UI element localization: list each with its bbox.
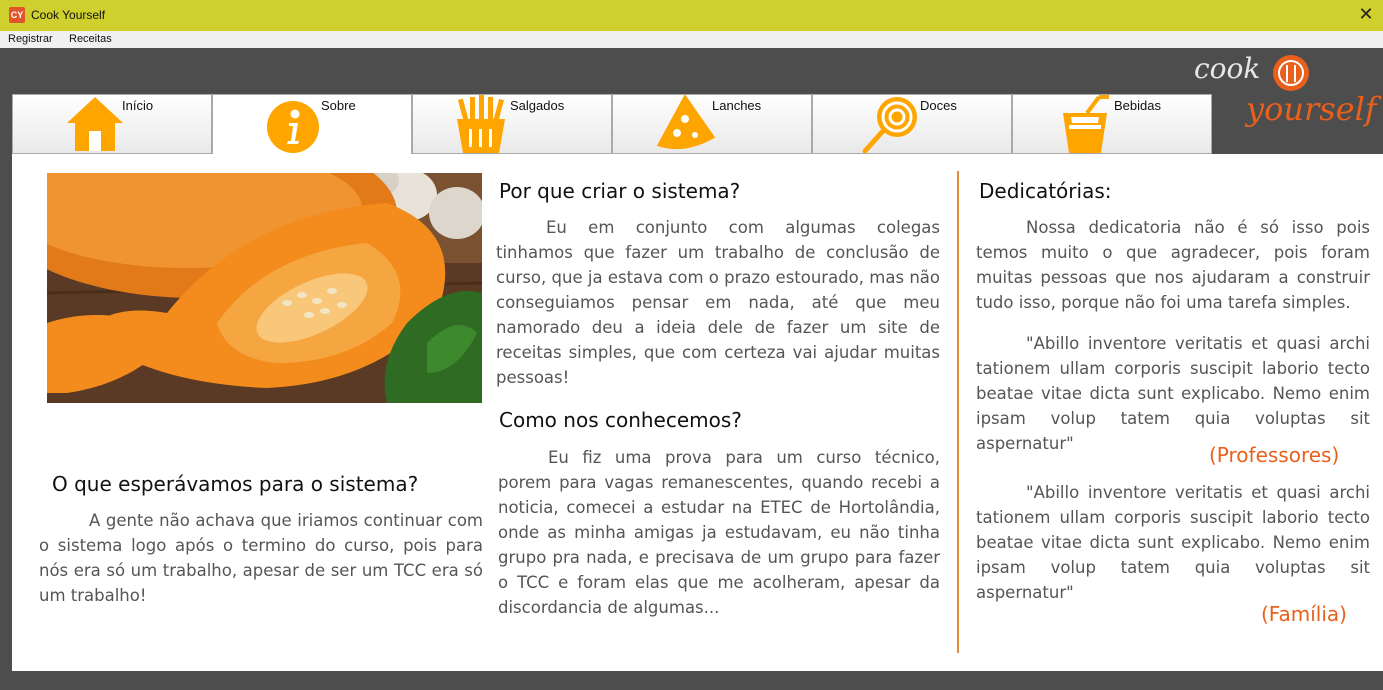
tab-salgados[interactable]: Salgados — [412, 94, 612, 154]
tab-label: Doces — [920, 98, 957, 113]
info-icon — [267, 101, 319, 153]
logo-text-yourself: yourself — [1244, 90, 1382, 128]
content-panel: O que esperávamos para o sistema? A gent… — [12, 154, 1383, 671]
fries-icon — [457, 95, 505, 153]
title-bar: CY Cook Yourself ✕ — [0, 0, 1383, 31]
house-icon — [67, 97, 123, 151]
menu-receitas[interactable]: Receitas — [69, 33, 112, 45]
menu-bar: Registrar Receitas — [0, 31, 1383, 48]
tab-label: Bebidas — [1114, 98, 1161, 113]
logo-text-cook: cook — [1194, 52, 1260, 85]
close-icon[interactable]: ✕ — [1355, 4, 1377, 26]
app-icon: CY — [9, 7, 25, 23]
expected-title: O que esperávamos para o sistema? — [52, 472, 419, 496]
tab-label: Lanches — [712, 98, 762, 113]
why-body: Eu em conjunto com algumas colegas tinha… — [496, 218, 940, 387]
tab-sobre[interactable]: Sobre — [212, 94, 412, 156]
dedication-quote-professores: "Abillo inventore veritatis et quasi arc… — [976, 334, 1370, 453]
expected-body: A gente não achava que iriamos continuar… — [39, 511, 483, 605]
column-divider — [957, 171, 959, 653]
how-met-title: Como nos conhecemos? — [499, 408, 742, 432]
why-title: Por que criar o sistema? — [499, 179, 741, 203]
window-title: Cook Yourself — [31, 8, 106, 22]
lollipop-icon — [862, 97, 917, 153]
tab-bebidas[interactable]: Bebidas — [1012, 94, 1212, 154]
signature-professores: (Professores) — [1209, 443, 1340, 467]
drink-icon — [1063, 95, 1109, 153]
dedication-quote-familia: "Abillo inventore veritatis et quasi arc… — [976, 483, 1370, 602]
brand-logo: cook yourself — [1190, 50, 1383, 130]
tab-label: Início — [122, 98, 154, 113]
tab-label: Sobre — [321, 98, 356, 113]
signature-familia: (Família) — [1261, 602, 1347, 626]
pumpkin-image — [47, 173, 482, 403]
tab-inicio[interactable]: Início — [12, 94, 212, 154]
menu-registrar[interactable]: Registrar — [8, 33, 53, 45]
dedications-intro: Nossa dedicatoria não é só isso pois tem… — [976, 218, 1370, 312]
tab-lanches[interactable]: Lanches — [612, 94, 812, 154]
how-met-body: Eu fiz uma prova para um curso técnico, … — [498, 448, 940, 617]
tab-label: Salgados — [510, 98, 565, 113]
tab-doces[interactable]: Doces — [812, 94, 1012, 154]
pizza-icon — [656, 95, 715, 150]
dedications-title: Dedicatórias: — [979, 179, 1112, 203]
